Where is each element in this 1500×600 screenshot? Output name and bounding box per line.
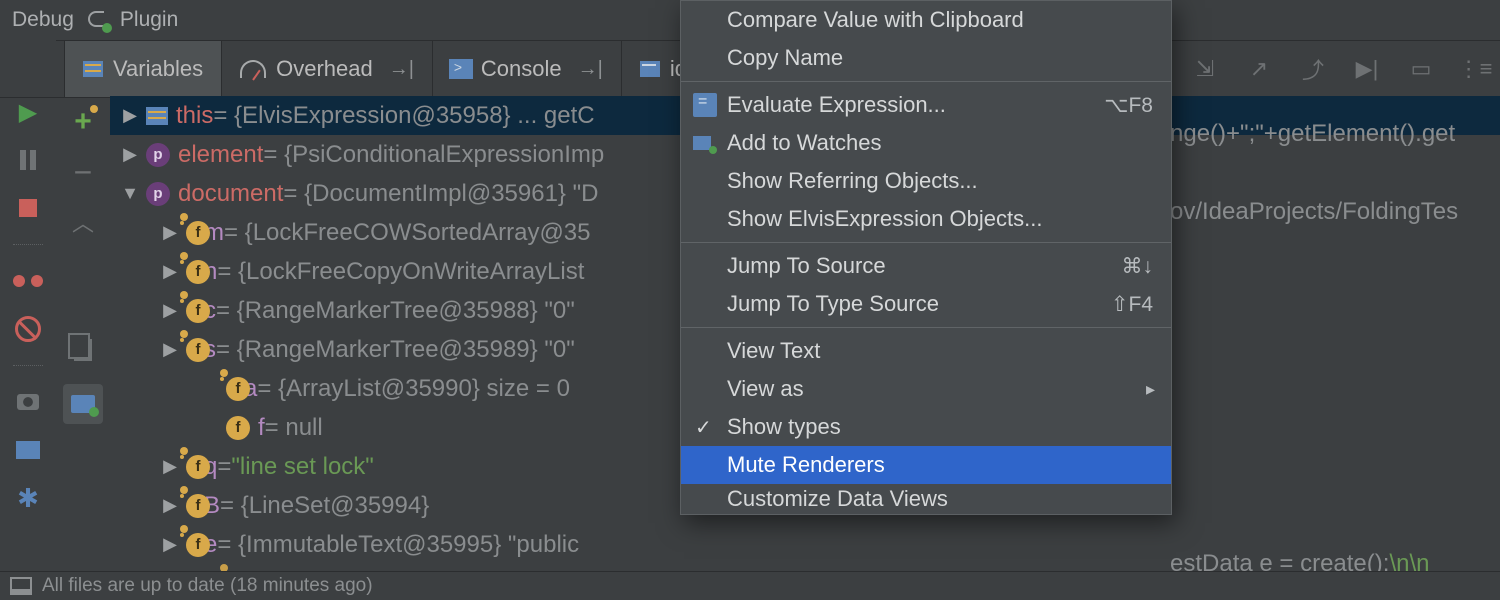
var-name: this xyxy=(176,102,213,130)
expand-icon[interactable]: ▶ xyxy=(118,144,142,165)
debug-label: Debug xyxy=(12,8,74,32)
var-value: = {LineSet@35994} xyxy=(220,492,429,520)
param-icon: p xyxy=(146,143,170,167)
pause-button[interactable] xyxy=(12,144,44,176)
var-value: = {ImmutableText@35995} "public xyxy=(217,531,579,559)
force-step-into-icon[interactable]: ⇲ xyxy=(1192,56,1218,82)
menu-mute-renderers[interactable]: Mute Renderers xyxy=(681,446,1171,484)
overflow-document: ov/IdeaProjects/FoldingTes xyxy=(1170,198,1458,226)
context-menu: Compare Value with Clipboard Copy Name E… xyxy=(680,0,1172,515)
watches-toolbar: + − ︿ xyxy=(56,96,111,600)
plugin-label: Plugin xyxy=(120,8,178,32)
expand-icon[interactable]: ▶ xyxy=(118,105,142,126)
var-eq: = xyxy=(217,453,231,481)
field-icon: f xyxy=(186,338,210,362)
param-icon: p xyxy=(146,182,170,206)
overflow-this: nge()+";"+getElement().get xyxy=(1170,120,1455,148)
resume-button[interactable]: ▶ xyxy=(12,96,44,128)
variables-icon xyxy=(83,61,103,77)
var-value: = {DocumentImpl@35961} "D xyxy=(283,180,598,208)
status-text: All files are up to date (18 minutes ago… xyxy=(42,575,373,597)
menu-show-referring[interactable]: Show Referring Objects... xyxy=(681,162,1171,200)
field-icon: f xyxy=(226,416,250,440)
tab-overhead[interactable]: Overhead →| xyxy=(221,41,432,97)
field-icon: f xyxy=(186,455,210,479)
expand-icon[interactable]: ▶ xyxy=(158,261,182,282)
var-value: = {LockFreeCopyOnWriteArrayList xyxy=(217,258,584,286)
more-icon[interactable]: ⋮≡ xyxy=(1462,56,1488,82)
expand-icon[interactable]: ▶ xyxy=(158,534,182,555)
status-bar: All files are up to date (18 minutes ago… xyxy=(0,571,1500,600)
var-value: = {ElvisExpression@35958} ... getC xyxy=(213,102,594,130)
field-icon: f xyxy=(186,494,210,518)
menu-compare-clipboard[interactable]: Compare Value with Clipboard xyxy=(681,1,1171,39)
menu-jump-to-source[interactable]: Jump To Source ⌘↓ xyxy=(681,247,1171,285)
var-value: = {LockFreeCOWSortedArray@35 xyxy=(224,219,591,247)
move-up-button[interactable]: ︿ xyxy=(67,206,99,238)
var-name: f xyxy=(258,414,265,442)
collapse-icon[interactable]: ▼ xyxy=(118,183,142,204)
stop-button[interactable] xyxy=(12,192,44,224)
tab-arrow-icon: →| xyxy=(389,58,414,81)
calculator-icon xyxy=(693,93,717,117)
tab-label: Overhead xyxy=(276,56,373,82)
var-value: = {RangeMarkerTree@35989} "0" xyxy=(216,336,575,364)
field-icon: f xyxy=(186,260,210,284)
overhead-icon xyxy=(240,60,266,78)
show-watches-button[interactable] xyxy=(63,384,103,424)
field-icon: f xyxy=(226,377,250,401)
menu-customize-data-views[interactable]: Customize Data Views xyxy=(681,484,1171,514)
field-icon: f xyxy=(186,533,210,557)
evaluate-icon[interactable]: ▭ xyxy=(1408,56,1434,82)
layout-button[interactable] xyxy=(12,434,44,466)
shortcut: ⌥F8 xyxy=(1104,93,1153,118)
plugin-icon xyxy=(88,9,110,31)
var-value: = {ArrayList@35990} size = 0 xyxy=(257,375,570,403)
menu-show-types[interactable]: Show types xyxy=(681,408,1171,446)
mute-breakpoints-button[interactable] xyxy=(12,313,44,345)
field-icon: f xyxy=(186,221,210,245)
var-name: document xyxy=(178,180,283,208)
expand-icon[interactable]: ▶ xyxy=(158,300,182,321)
tab-console[interactable]: Console →| xyxy=(432,41,621,97)
menu-evaluate-expression[interactable]: Evaluate Expression... ⌥F8 xyxy=(681,86,1171,124)
tab-label: Variables xyxy=(113,56,203,82)
menu-view-as[interactable]: View as xyxy=(681,370,1171,408)
var-value: = {PsiConditionalExpressionImp xyxy=(263,141,604,169)
menu-view-text[interactable]: View Text xyxy=(681,332,1171,370)
expand-icon[interactable]: ▶ xyxy=(158,456,182,477)
shortcut: ⇧F4 xyxy=(1111,292,1153,317)
var-value: = {RangeMarkerTree@35988} "0" xyxy=(216,297,575,325)
var-name: element xyxy=(178,141,263,169)
watches-icon xyxy=(693,136,711,150)
tab-arrow-icon: →| xyxy=(578,58,603,81)
menu-jump-to-type-source[interactable]: Jump To Type Source ⇧F4 xyxy=(681,285,1171,323)
status-icon xyxy=(12,579,30,593)
drop-frame-icon[interactable]: ⤴ xyxy=(1300,56,1326,82)
runwindow-icon xyxy=(640,61,660,77)
expand-icon[interactable]: ▶ xyxy=(158,495,182,516)
debug-toolbar: ▶ ▶ ✱ xyxy=(0,40,57,600)
var-value: "line set lock" xyxy=(231,453,373,481)
menu-show-elvis-objects[interactable]: Show ElvisExpression Objects... xyxy=(681,200,1171,238)
field-icon: f xyxy=(186,299,210,323)
menu-copy-name[interactable]: Copy Name xyxy=(681,39,1171,77)
expand-icon[interactable]: ▶ xyxy=(158,339,182,360)
settings-button[interactable]: ✱ xyxy=(12,482,44,514)
view-breakpoints-button[interactable] xyxy=(12,265,44,297)
menu-add-to-watches[interactable]: Add to Watches xyxy=(681,124,1171,162)
shortcut: ⌘↓ xyxy=(1122,254,1154,279)
remove-watch-button[interactable]: − xyxy=(67,156,99,188)
step-out-icon[interactable]: ↗ xyxy=(1246,56,1272,82)
expand-icon[interactable]: ▶ xyxy=(158,222,182,243)
var-value: = null xyxy=(265,414,323,442)
tab-variables[interactable]: Variables xyxy=(64,41,221,97)
tab-label: Console xyxy=(481,56,562,82)
thread-dump-button[interactable] xyxy=(12,386,44,418)
console-icon xyxy=(451,61,471,77)
this-icon xyxy=(146,107,168,125)
duplicate-button[interactable] xyxy=(67,334,99,366)
run-to-cursor-icon[interactable]: ▶| xyxy=(1354,56,1380,82)
new-watch-button[interactable]: + xyxy=(67,106,99,138)
